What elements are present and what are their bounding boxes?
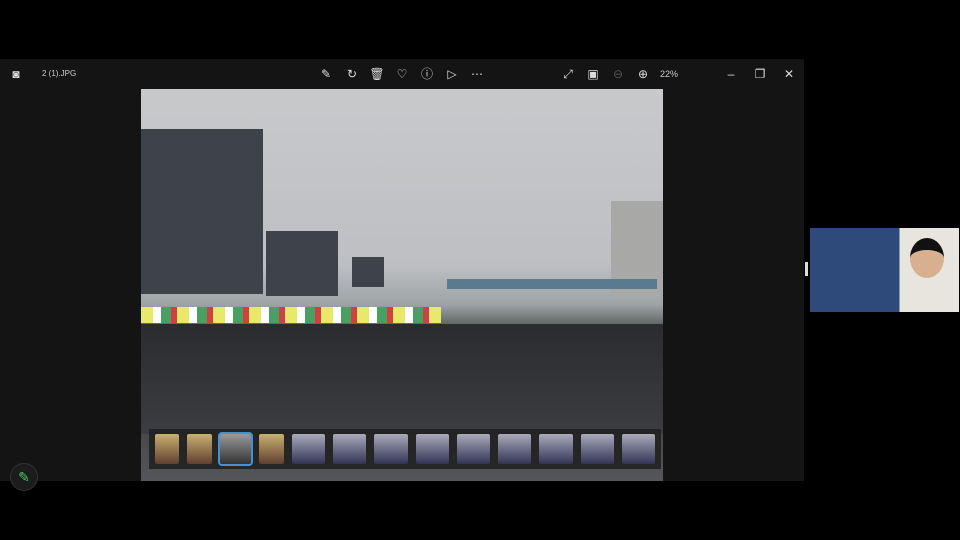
resize-handle[interactable] [805, 262, 808, 276]
photo [141, 89, 663, 481]
pen-button[interactable]: ✎ [10, 463, 38, 491]
delete-icon[interactable]: 🗑 [369, 66, 385, 82]
thumbnail[interactable] [456, 434, 491, 464]
thumbnail-strip[interactable] [149, 429, 661, 469]
thumbnail[interactable] [333, 434, 367, 464]
edit-icon[interactable]: ✎ [318, 66, 334, 82]
thumbnail[interactable] [580, 434, 614, 464]
photo-viewer-window: ◙ 2 (1).JPG ✎ ↻ 🗑 ♡ ⓘ ▷ ⋯ ⤢ ▣ ⊖ ⊕ 22% – … [0, 59, 804, 481]
slideshow-icon[interactable]: ▷ [444, 66, 460, 82]
thumbnail[interactable] [217, 432, 254, 466]
rotate-icon[interactable]: ↻ [344, 66, 360, 82]
more-icon[interactable]: ⋯ [469, 66, 485, 82]
thumbnail[interactable] [291, 434, 326, 464]
zoom-out-icon[interactable]: ⊖ [610, 66, 626, 82]
thumbnail[interactable] [374, 434, 408, 464]
thumbnail[interactable] [415, 434, 449, 464]
webcam-video [810, 228, 959, 312]
fullscreen-icon[interactable]: ⤢ [560, 66, 576, 82]
file-title: 2 (1).JPG [42, 69, 77, 78]
zoom-in-icon[interactable]: ⊕ [635, 66, 651, 82]
thumbnail[interactable] [187, 434, 212, 464]
app-icon[interactable]: ◙ [8, 66, 24, 82]
maximize-button[interactable]: ❐ [752, 66, 768, 82]
thumbnail[interactable] [259, 434, 284, 464]
favorite-icon[interactable]: ♡ [394, 66, 410, 82]
thumbnail[interactable] [498, 434, 532, 464]
thumbnail[interactable] [621, 434, 656, 464]
toolbar: ◙ 2 (1).JPG ✎ ↻ 🗑 ♡ ⓘ ▷ ⋯ ⤢ ▣ ⊖ ⊕ 22% – … [0, 59, 804, 89]
actual-size-icon[interactable]: ▣ [585, 66, 601, 82]
zoom-level: 22% [660, 69, 679, 79]
thumbnail[interactable] [155, 434, 180, 464]
pen-icon: ✎ [18, 469, 30, 485]
close-button[interactable]: ✕ [781, 66, 797, 82]
minimize-button[interactable]: – [723, 66, 739, 82]
thumbnail[interactable] [539, 434, 573, 464]
info-icon[interactable]: ⓘ [419, 66, 435, 82]
